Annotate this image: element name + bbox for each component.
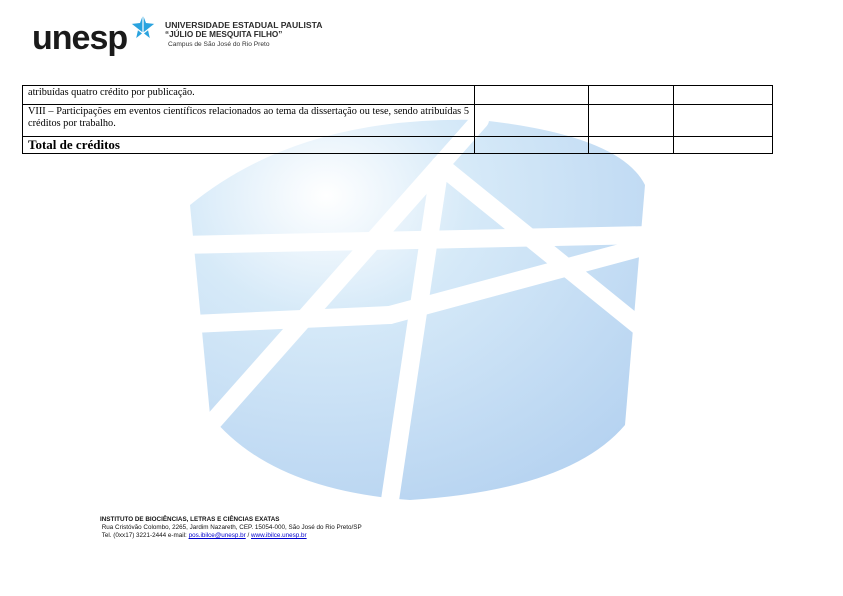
link-separator: / (247, 532, 250, 540)
phone-email-label: Tel. (0xx17) 3221-2444 e-mail: (101, 532, 187, 540)
table-row: atribuídas quatro crédito por publicação… (22, 85, 773, 105)
university-block: UNIVERSIDADE ESTADUAL PAULISTA “JÚLIO DE… (165, 20, 322, 49)
unesp-watermark-image (161, 111, 659, 505)
institute-address: Rua Cristóvão Colombo, 2265, Jardim Naza… (101, 524, 362, 532)
row-description: VIII – Participações em eventos científi… (22, 104, 475, 137)
table-cell (588, 104, 674, 137)
total-credits-label: Total de créditos (22, 136, 475, 154)
credits-table: atribuídas quatro crédito por publicação… (22, 85, 773, 154)
table-cell (474, 136, 589, 154)
website-link[interactable]: www.ibilce.unesp.br (251, 532, 307, 539)
university-name: UNIVERSIDADE ESTADUAL PAULISTA (165, 20, 323, 30)
unesp-star-icon (130, 15, 156, 40)
table-cell (673, 85, 773, 105)
table-cell (673, 136, 773, 154)
table-row: VIII – Participações em eventos científi… (22, 104, 773, 137)
table-row-total: Total de créditos (22, 136, 773, 154)
university-subtitle: “JÚLIO DE MESQUITA FILHO” (165, 30, 283, 39)
table-cell (474, 104, 589, 137)
unesp-logo-text: unesp (32, 19, 128, 57)
table-cell (673, 104, 773, 137)
campus-name: Campus de São José do Rio Preto (168, 41, 270, 48)
contact-line: Tel. (0xx17) 3221-2444 e-mail: pos.ibilc… (100, 532, 362, 540)
row-description: atribuídas quatro crédito por publicação… (22, 85, 475, 105)
email-link[interactable]: pos.ibilce@unesp.br (189, 532, 246, 539)
table-cell (588, 136, 674, 154)
document-footer: INSTITUTO DE BIOCIÊNCIAS, LETRAS E CIÊNC… (100, 516, 362, 541)
table-cell (474, 85, 589, 105)
institute-name: INSTITUTO DE BIOCIÊNCIAS, LETRAS E CIÊNC… (100, 516, 280, 523)
table-cell (588, 85, 674, 105)
